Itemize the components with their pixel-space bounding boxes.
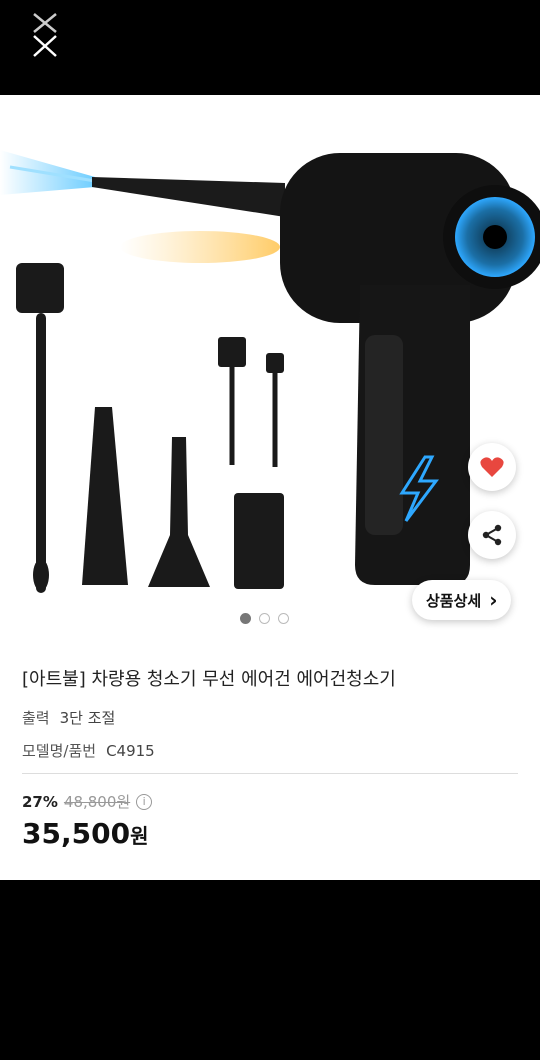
bottom-overlay: [0, 880, 540, 1060]
image-pagination: [240, 613, 289, 624]
currency-unit: 원: [130, 824, 149, 848]
spec-label: 모델명/품번: [22, 742, 97, 760]
spec-row: 모델명/품번 C4915: [22, 740, 155, 761]
chevron-right-icon: ›: [489, 588, 498, 612]
spec-row: 출력 3단 조절: [22, 707, 115, 728]
divider: [22, 773, 518, 774]
product-title: [아트불] 차량용 청소기 무선 에어건 에어건청소기: [22, 669, 396, 690]
close-icon: [33, 13, 57, 57]
share-icon: [482, 524, 502, 546]
product-detail-label: 상품상세: [426, 591, 482, 610]
pagination-dot[interactable]: [240, 613, 251, 624]
discount-rate: 27%: [22, 792, 58, 811]
original-price: 48,800원: [63, 793, 131, 811]
sale-price-value: 35,500: [22, 817, 131, 850]
product-detail-button[interactable]: 상품상세 ›: [412, 580, 512, 620]
sale-price: 35,500원: [22, 817, 148, 850]
product-sheet: 상품상세 › [아트불] 차량용 청소기 무선 에어건 에어건청소기 출력 3단 …: [0, 95, 540, 880]
spec-label: 출력: [22, 709, 50, 727]
discount-line: 27% 48,800원 i: [22, 791, 153, 812]
spec-value: 3단 조절: [59, 709, 116, 727]
top-bar: [0, 0, 540, 95]
pagination-dot[interactable]: [259, 613, 270, 624]
product-image[interactable]: 상품상세 ›: [0, 95, 540, 624]
info-icon[interactable]: i: [136, 793, 153, 810]
product-photo: [0, 150, 540, 593]
heart-icon: [480, 457, 504, 477]
pagination-dot[interactable]: [278, 613, 289, 624]
close-button[interactable]: [28, 10, 62, 58]
spec-value: C4915: [106, 742, 155, 760]
like-button[interactable]: [468, 443, 516, 491]
share-button[interactable]: [468, 511, 516, 559]
